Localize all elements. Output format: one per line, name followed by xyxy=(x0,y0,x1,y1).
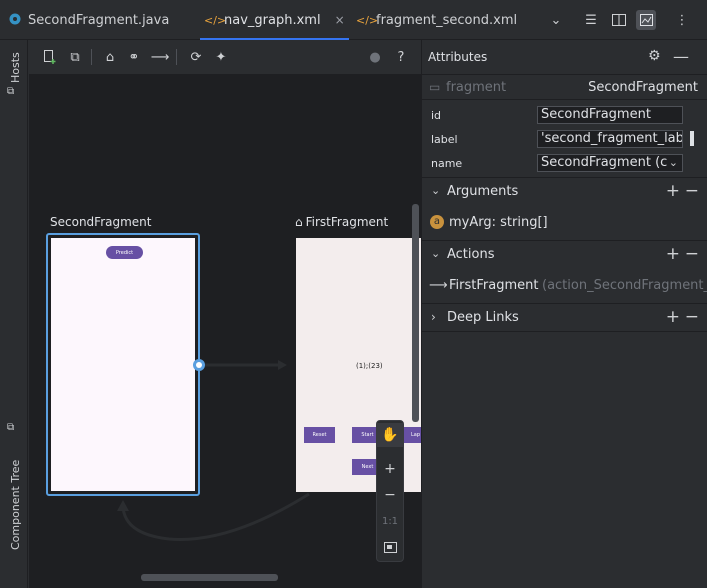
add-deep-link-icon[interactable]: ⚭ xyxy=(125,48,143,66)
remove-action-icon[interactable]: − xyxy=(685,244,699,264)
actions-title: Actions xyxy=(447,247,495,262)
add-action-icon[interactable]: ⟶ xyxy=(151,48,170,66)
hide-panel-icon[interactable]: — xyxy=(673,47,689,66)
tab-second-fragment-java[interactable]: SecondFragment.java xyxy=(8,0,169,40)
zoom-out-icon[interactable]: − xyxy=(377,483,403,507)
canvas-vertical-scrollbar[interactable] xyxy=(412,204,419,422)
ai-assist-icon[interactable]: ✦ xyxy=(212,48,230,66)
toolbar-divider xyxy=(176,49,177,65)
arrowhead-icon xyxy=(117,500,129,511)
arguments-title: Arguments xyxy=(447,184,519,199)
xml-file-icon: </> xyxy=(204,13,227,27)
attr-row-label: label 'second_fragment_labe xyxy=(422,130,707,148)
left-tool-strip: Hosts ⧉ Component Tree ⧉ xyxy=(0,40,28,588)
action-arrow-first-to-second xyxy=(121,492,310,541)
fragment-type-icon: ▭ xyxy=(429,80,441,94)
attr-row-name: name SecondFragment (c ⌄ xyxy=(422,154,707,172)
name-dropdown-value: SecondFragment (c xyxy=(541,155,668,170)
argument-badge-icon: a xyxy=(430,215,444,229)
attributes-panel: Attributes ⚙ — ▭ fragment SecondFragment… xyxy=(421,40,707,588)
assign-start-destination-icon[interactable]: ⌂ xyxy=(101,48,119,66)
selected-component-row: ▭ fragment SecondFragment xyxy=(422,74,707,100)
component-class-name: SecondFragment xyxy=(588,80,698,95)
argument-row[interactable]: a myArg: string[] xyxy=(422,214,707,232)
action-row[interactable]: ⟶ FirstFragment (action_SecondFragment_ xyxy=(422,277,707,295)
arguments-section-header[interactable]: ⌄ Arguments + − xyxy=(422,177,707,205)
zoom-controls: ✋ + − 1:1 xyxy=(376,420,404,562)
attr-key-name: name xyxy=(431,157,463,170)
action-id: (action_SecondFragment_ xyxy=(542,278,707,293)
id-field[interactable]: SecondFragment xyxy=(537,106,683,124)
action-handle-center xyxy=(196,362,202,368)
deep-links-title: Deep Links xyxy=(447,310,519,325)
java-file-icon xyxy=(8,13,22,28)
attributes-header: Attributes ⚙ — xyxy=(422,47,707,66)
split-view-icon[interactable] xyxy=(609,10,629,30)
action-arrow-icon: ⟶ xyxy=(429,278,448,293)
chevron-down-icon: ⌄ xyxy=(431,184,441,197)
add-deep-link-icon[interactable]: + xyxy=(666,307,680,327)
attributes-title: Attributes xyxy=(428,50,488,64)
add-action-icon[interactable]: + xyxy=(666,244,680,264)
auto-arrange-icon[interactable]: ⟳ xyxy=(187,48,205,66)
attr-row-id: id SecondFragment xyxy=(422,106,707,124)
add-argument-icon[interactable]: + xyxy=(666,181,680,201)
actions-section-header[interactable]: ⌄ Actions + − xyxy=(422,240,707,268)
component-tree-icon[interactable]: ⧉ xyxy=(7,422,14,433)
remove-deep-link-icon[interactable]: − xyxy=(685,307,699,327)
component-tree-tool-label[interactable]: Component Tree xyxy=(9,460,22,550)
tab-fragment-second-xml[interactable]: </> fragment_second.xml xyxy=(356,0,517,40)
name-dropdown[interactable]: SecondFragment (c ⌄ xyxy=(537,154,683,172)
new-destination-icon[interactable] xyxy=(41,48,59,66)
hosts-tool-label[interactable]: Hosts xyxy=(9,52,22,83)
help-icon[interactable]: ? xyxy=(392,48,410,66)
tab-nav-graph-xml[interactable]: </> nav_graph.xml × xyxy=(200,0,349,40)
argument-text: myArg: string[] xyxy=(449,215,548,230)
tab-label: nav_graph.xml xyxy=(224,12,321,28)
zoom-actual-size-button[interactable]: 1:1 xyxy=(377,509,403,533)
tab-label: SecondFragment.java xyxy=(28,12,170,28)
pan-hand-icon[interactable]: ✋ xyxy=(377,423,403,447)
tab-label: fragment_second.xml xyxy=(376,12,518,28)
navigation-graph-canvas[interactable]: SecondFragment Predict ⌂ FirstFragment (… xyxy=(29,74,421,588)
warning-icon[interactable]: ● xyxy=(366,48,384,66)
attr-key-id: id xyxy=(431,109,442,122)
attr-key-label: label xyxy=(431,133,458,146)
hosts-icon[interactable]: ⧉ xyxy=(7,86,14,97)
action-arrows xyxy=(117,359,310,541)
label-field[interactable]: 'second_fragment_labe xyxy=(537,130,683,148)
design-view-icon[interactable] xyxy=(636,10,656,30)
arrowhead-icon xyxy=(278,360,287,370)
settings-gear-icon[interactable]: ⚙ xyxy=(648,48,661,64)
editor-tab-bar: SecondFragment.java </> nav_graph.xml × … xyxy=(0,0,707,40)
zoom-in-icon[interactable]: + xyxy=(377,457,403,481)
code-view-icon[interactable]: ☰ xyxy=(581,10,601,30)
deep-links-section-header[interactable]: › Deep Links + − xyxy=(422,303,707,332)
remove-argument-icon[interactable]: − xyxy=(685,181,699,201)
chevron-right-icon: › xyxy=(431,310,436,324)
chevron-down-icon: ⌄ xyxy=(668,156,678,169)
action-destination: FirstFragment xyxy=(449,278,539,293)
component-type: fragment xyxy=(446,80,507,95)
nav-editor-toolbar: ⧉ ⌂ ⚭ ⟶ ⟳ ✦ ● ? xyxy=(29,40,421,74)
toolbar-divider xyxy=(91,49,92,65)
chevron-down-icon: ⌄ xyxy=(431,247,441,260)
tabs-dropdown-icon[interactable]: ⌄ xyxy=(546,10,566,30)
xml-file-icon: </> xyxy=(356,13,379,27)
zoom-to-fit-icon[interactable] xyxy=(377,535,403,559)
nested-graph-icon[interactable]: ⧉ xyxy=(66,48,84,66)
close-tab-icon[interactable]: × xyxy=(335,13,345,27)
canvas-horizontal-scrollbar[interactable] xyxy=(141,574,278,581)
resource-picker-handle[interactable] xyxy=(690,131,694,146)
more-options-icon[interactable]: ⋮ xyxy=(672,10,692,30)
